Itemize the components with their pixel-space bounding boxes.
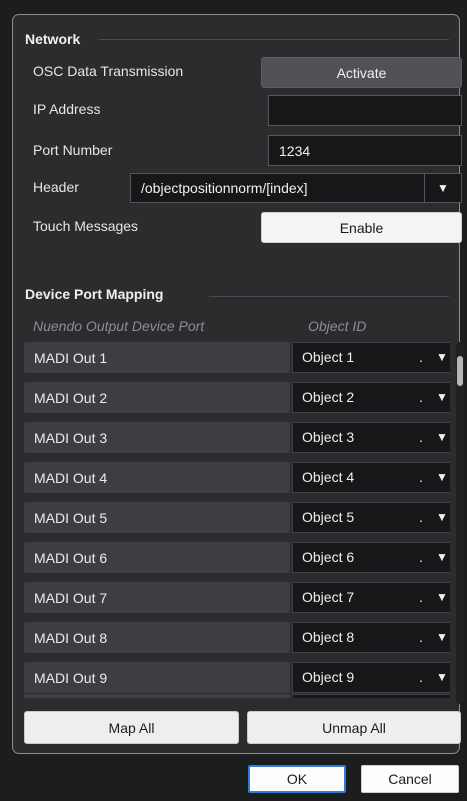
output-port-cell: MADI Out 1 (24, 342, 290, 373)
chevron-down-icon[interactable]: ▼ (436, 503, 448, 532)
mapping-scrollbar[interactable] (456, 342, 464, 704)
network-divider (99, 39, 449, 40)
object-id-dropdown[interactable]: Object 5 . ▼ (292, 502, 450, 533)
mapping-row: MADI Out 2 Object 2 . ▼ (24, 382, 450, 413)
ip-address-label: IP Address (33, 101, 101, 117)
column-header-object-id: Object ID (308, 318, 367, 334)
object-id-dropdown[interactable]: Object 8 . ▼ (292, 622, 450, 653)
object-id-dropdown[interactable]: Object 1 . ▼ (292, 342, 450, 373)
scrollbar-thumb[interactable] (457, 356, 463, 386)
object-id-dropdown[interactable]: Object 6 . ▼ (292, 542, 450, 573)
output-port-cell: MADI Out 4 (24, 462, 290, 493)
object-id-value: Object 4 (302, 469, 355, 485)
object-id-dropdown[interactable]: Object 4 . ▼ (292, 462, 450, 493)
output-port-cell: MADI Out 7 (24, 582, 290, 613)
port-mapping-list: MADI Out 1 Object 1 . ▼ MADI Out 2 Objec… (24, 342, 450, 698)
ellipsis-dot: . (419, 429, 423, 445)
device-port-mapping-title: Device Port Mapping (25, 286, 164, 302)
object-id-value: Object 1 (302, 349, 355, 365)
mapping-row: MADI Out 1 Object 1 . ▼ (24, 342, 450, 373)
mapping-divider (209, 296, 449, 297)
chevron-down-icon[interactable]: ▼ (436, 423, 448, 452)
object-id-value: Object 2 (302, 389, 355, 405)
network-section-title: Network (25, 31, 81, 47)
chevron-down-icon[interactable]: ▼ (431, 174, 455, 202)
output-port-cell: MADI Out 9 (24, 662, 290, 693)
chevron-down-icon[interactable]: ▼ (436, 343, 448, 372)
unmap-all-button[interactable]: Unmap All (247, 711, 461, 744)
object-id-dropdown[interactable]: Object 7 . ▼ (292, 582, 450, 613)
chevron-down-icon[interactable]: ▼ (436, 543, 448, 572)
object-id-dropdown[interactable]: Object 9 . ▼ (292, 662, 450, 693)
mapping-row: MADI Out 7 Object 7 . ▼ (24, 582, 450, 613)
mapping-row: MADI Out 3 Object 3 . ▼ (24, 422, 450, 453)
ip-address-field[interactable] (268, 95, 462, 126)
osc-data-transmission-label: OSC Data Transmission (33, 63, 184, 79)
object-id-value: Object 6 (302, 549, 355, 565)
ellipsis-dot: . (419, 669, 423, 685)
object-id-value: Object 7 (302, 589, 355, 605)
ellipsis-dot: . (419, 589, 423, 605)
object-id-value: Object 8 (302, 629, 355, 645)
chevron-down-icon[interactable]: ▼ (436, 383, 448, 412)
ellipsis-dot: . (419, 509, 423, 525)
cancel-button[interactable]: Cancel (361, 765, 459, 793)
ellipsis-dot: . (419, 389, 423, 405)
mapping-row: MADI Out 6 Object 6 . ▼ (24, 542, 450, 573)
chevron-down-icon[interactable]: ▼ (436, 583, 448, 612)
output-port-cell: MADI Out 5 (24, 502, 290, 533)
enable-button[interactable]: Enable (261, 212, 462, 243)
ellipsis-dot: . (419, 349, 423, 365)
header-label: Header (33, 179, 79, 195)
object-id-value: Object 3 (302, 429, 355, 445)
map-all-button[interactable]: Map All (24, 711, 239, 744)
ellipsis-dot: . (419, 469, 423, 485)
ok-button[interactable]: OK (248, 765, 346, 793)
mapping-row: MADI Out 5 Object 5 . ▼ (24, 502, 450, 533)
settings-panel: Network OSC Data Transmission Activate I… (12, 14, 464, 754)
output-port-cell: MADI Out 8 (24, 622, 290, 653)
touch-messages-label: Touch Messages (33, 218, 139, 234)
object-id-dropdown[interactable] (292, 694, 450, 698)
dropdown-separator (424, 174, 425, 202)
ellipsis-dot: . (419, 549, 423, 565)
output-port-cell: MADI Out 2 (24, 382, 290, 413)
output-port-cell (24, 694, 290, 698)
output-port-cell: MADI Out 3 (24, 422, 290, 453)
mapping-row: MADI Out 8 Object 8 . ▼ (24, 622, 450, 653)
header-value: /objectpositionnorm/[index] (141, 180, 308, 196)
output-port-cell: MADI Out 6 (24, 542, 290, 573)
mapping-row: MADI Out 4 Object 4 . ▼ (24, 462, 450, 493)
mapping-row: MADI Out 9 Object 9 . ▼ (24, 662, 450, 693)
object-id-dropdown[interactable]: Object 3 . ▼ (292, 422, 450, 453)
chevron-down-icon[interactable]: ▼ (436, 463, 448, 492)
mapping-row-partial (24, 694, 450, 698)
activate-button[interactable]: Activate (261, 57, 462, 88)
chevron-down-icon[interactable]: ▼ (436, 663, 448, 692)
object-id-dropdown[interactable]: Object 2 . ▼ (292, 382, 450, 413)
chevron-down-icon[interactable]: ▼ (436, 623, 448, 652)
column-header-port: Nuendo Output Device Port (33, 318, 205, 334)
object-id-value: Object 5 (302, 509, 355, 525)
ellipsis-dot: . (419, 629, 423, 645)
port-number-field[interactable]: 1234 (268, 135, 462, 166)
header-dropdown[interactable]: /objectpositionnorm/[index] ▼ (130, 173, 462, 203)
port-number-label: Port Number (33, 142, 113, 158)
object-id-value: Object 9 (302, 669, 355, 685)
